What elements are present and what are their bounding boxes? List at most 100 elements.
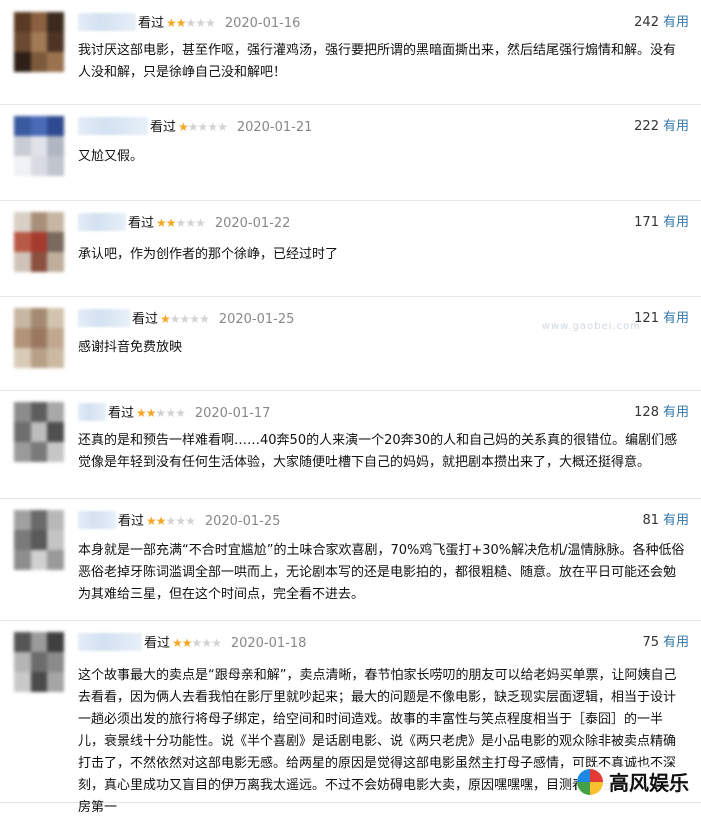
- review-date: 2020-01-25: [218, 312, 295, 327]
- star-icon: ★: [185, 16, 197, 30]
- rating-stars: ★★★★★: [136, 406, 186, 420]
- avatar[interactable]: [14, 308, 64, 368]
- avatar[interactable]: [14, 116, 64, 176]
- username-link[interactable]: [78, 403, 106, 421]
- watched-status: 看过: [138, 16, 165, 31]
- watched-status: 看过: [118, 514, 145, 529]
- review-date: 2020-01-25: [204, 514, 281, 529]
- star-icon: ★: [179, 312, 191, 326]
- star-icon: ★: [195, 216, 206, 230]
- star-icon: ★: [185, 514, 196, 528]
- review-date: 2020-01-17: [194, 406, 271, 421]
- useful-button[interactable]: 有用: [663, 635, 689, 650]
- star-icon: ★: [165, 216, 177, 230]
- star-icon: ★: [217, 120, 228, 134]
- star-icon: ★: [175, 406, 186, 420]
- vote-box: 81 有用: [642, 511, 689, 531]
- username-link[interactable]: [78, 13, 136, 31]
- star-icon: ★: [175, 16, 187, 30]
- vote-count: 222: [634, 119, 659, 134]
- vote-box: 75 有用: [642, 633, 689, 653]
- star-icon: ★: [181, 636, 193, 650]
- star-icon: ★: [197, 120, 209, 134]
- avatar[interactable]: [14, 212, 64, 272]
- review-meta: 看过 ★★★★★ 2020-01-18 75 有用: [78, 633, 689, 653]
- watermark-logo-icon: [577, 768, 603, 795]
- star-icon: ★: [211, 636, 222, 650]
- star-icon: ★: [178, 120, 189, 134]
- avatar[interactable]: [14, 632, 64, 692]
- watched-status: 看过: [128, 216, 155, 231]
- review-item: 看过 ★★★★★ 2020-01-22 171 有用 承认吧，作为创作者的那个徐峥，已经过…: [0, 200, 701, 297]
- star-icon: ★: [155, 406, 167, 420]
- rating-stars: ★★★★★: [146, 514, 196, 528]
- vote-count: 75: [642, 635, 659, 650]
- useful-button[interactable]: 有用: [663, 513, 689, 528]
- review-text: 承认吧，作为创作者的那个徐峥，已经过时了: [78, 247, 339, 262]
- review-meta: 看过 ★★★★★ 2020-01-17 128 有用: [78, 403, 689, 423]
- vote-count: 171: [634, 215, 659, 230]
- username-link[interactable]: [78, 213, 126, 231]
- star-icon: ★: [185, 216, 196, 230]
- star-icon: ★: [166, 16, 177, 30]
- star-icon: ★: [199, 312, 210, 326]
- star-icon: ★: [205, 16, 216, 30]
- watched-status: 看过: [108, 406, 135, 421]
- vote-box: 242 有用: [634, 13, 689, 33]
- review-meta: 看过 ★★★★★ 2020-01-22 171 有用: [78, 213, 689, 233]
- useful-button[interactable]: 有用: [663, 15, 689, 30]
- vote-box: 222 有用: [634, 117, 689, 137]
- useful-button[interactable]: 有用: [663, 311, 689, 326]
- star-icon: ★: [165, 514, 177, 528]
- useful-button[interactable]: 有用: [663, 405, 689, 420]
- review-date: 2020-01-21: [236, 120, 313, 135]
- rating-stars: ★★★★★: [166, 16, 216, 30]
- watermark: 高风娱乐: [577, 767, 689, 796]
- star-icon: ★: [191, 636, 203, 650]
- useful-button[interactable]: 有用: [663, 215, 689, 230]
- review-date: 2020-01-18: [230, 636, 307, 651]
- review-item: 看过 ★★★★★ 2020-01-17 128 有用 还真的是和预告一样难看啊……40奔5…: [0, 390, 701, 499]
- avatar[interactable]: [14, 12, 64, 72]
- vote-box: 128 有用: [634, 403, 689, 423]
- review-text: 又尬又假。: [78, 149, 144, 164]
- username-link[interactable]: [78, 309, 130, 327]
- rating-stars: ★★★★★: [178, 120, 228, 134]
- rating-stars: ★★★★★: [172, 636, 222, 650]
- star-icon: ★: [175, 514, 186, 528]
- vote-box: 121 有用: [634, 309, 689, 329]
- watermark-url: www.gaobei.com: [541, 321, 641, 332]
- star-icon: ★: [187, 120, 199, 134]
- username-link[interactable]: [78, 511, 116, 529]
- star-icon: ★: [201, 636, 212, 650]
- vote-count: 242: [634, 15, 659, 30]
- vote-count: 128: [634, 405, 659, 420]
- review-item: 看过 ★★★★★ 2020-01-25 81 有用本身就是一部充满“不合时宜尴尬”的土味…: [0, 498, 701, 621]
- avatar[interactable]: [14, 402, 64, 462]
- star-icon: ★: [145, 406, 157, 420]
- watched-status: 看过: [132, 312, 159, 327]
- watched-status: 看过: [144, 636, 171, 651]
- star-icon: ★: [155, 514, 167, 528]
- star-icon: ★: [207, 120, 218, 134]
- star-icon: ★: [156, 216, 167, 230]
- rating-stars: ★★★★★: [160, 312, 210, 326]
- review-text: 本身就是一部充满“不合时宜尴尬”的土味合家欢喜剧，70%鸡飞蛋打+30%解决危机…: [78, 543, 685, 602]
- review-text: 感谢抖音免费放映: [78, 340, 183, 355]
- watched-status: 看过: [150, 120, 177, 135]
- star-icon: ★: [195, 16, 206, 30]
- review-meta: 看过 ★★★★★ 2020-01-16 242 有用: [78, 13, 689, 33]
- review-date: 2020-01-16: [224, 16, 301, 31]
- star-icon: ★: [189, 312, 200, 326]
- review-item: 看过 ★★★★★ 2020-01-25 121 有用感谢抖音免费放映: [0, 296, 701, 391]
- username-link[interactable]: [78, 117, 148, 135]
- vote-count: 81: [642, 513, 659, 528]
- star-icon: ★: [169, 312, 181, 326]
- watermark-brand: 高风娱乐: [609, 771, 689, 795]
- avatar[interactable]: [14, 510, 64, 570]
- useful-button[interactable]: 有用: [663, 119, 689, 134]
- vote-box: 171 有用: [634, 213, 689, 233]
- star-icon: ★: [165, 406, 176, 420]
- username-link[interactable]: [78, 633, 142, 651]
- star-icon: ★: [175, 216, 187, 230]
